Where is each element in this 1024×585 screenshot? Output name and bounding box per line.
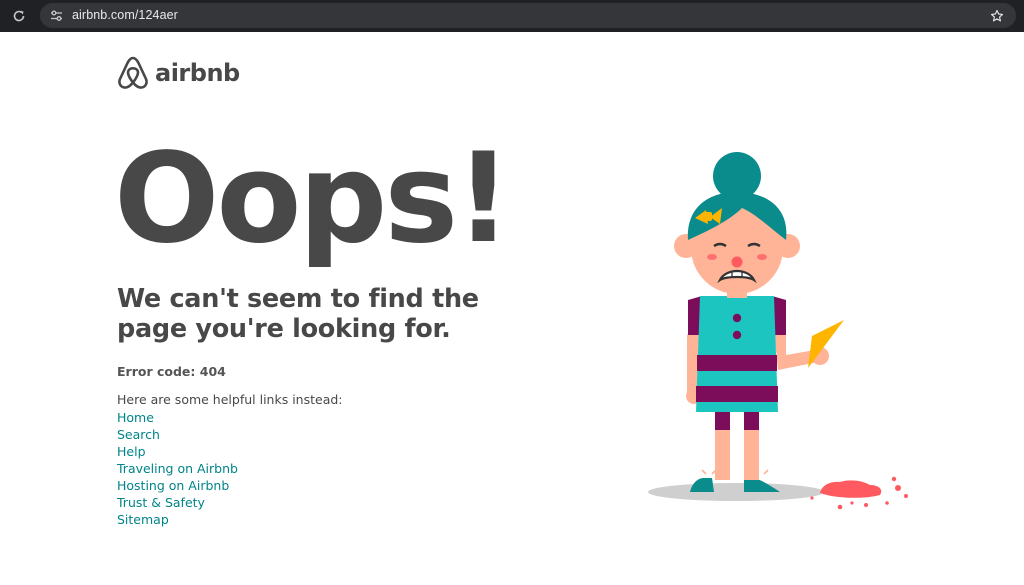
error-code: Error code: 404 (117, 364, 226, 379)
ice-cream-splat-icon (810, 476, 908, 510)
bookmark-star-icon (990, 9, 1004, 22)
reload-icon (13, 10, 25, 22)
link-trust-safety[interactable]: Trust & Safety (117, 495, 205, 510)
list-item: Sitemap (117, 511, 238, 528)
link-search[interactable]: Search (117, 427, 160, 442)
ground-shadow (648, 483, 824, 501)
link-home[interactable]: Home (117, 410, 154, 425)
link-sitemap[interactable]: Sitemap (117, 512, 169, 527)
list-item: Hosting on Airbnb (117, 477, 238, 494)
link-hosting[interactable]: Hosting on Airbnb (117, 478, 229, 493)
error-message: We can't seem to find the page you're lo… (117, 284, 479, 344)
site-info-button[interactable] (48, 7, 65, 24)
link-help[interactable]: Help (117, 444, 146, 459)
reload-button[interactable] (9, 6, 29, 26)
list-item: Search (117, 426, 238, 443)
address-bar[interactable]: airbnb.com/124aer (40, 3, 1016, 28)
sad-girl-illustration (648, 152, 908, 510)
list-item: Trust & Safety (117, 494, 238, 511)
site-info-icon (51, 10, 62, 21)
list-item: Home (117, 409, 238, 426)
browser-toolbar: airbnb.com/124aer (0, 0, 1024, 32)
helpful-links-list: Home Search Help Traveling on Airbnb Hos… (117, 409, 238, 528)
bookmark-button[interactable] (988, 7, 1006, 25)
airbnb-belo-icon (118, 56, 148, 89)
brand-wordmark: airbnb (155, 59, 240, 87)
link-traveling[interactable]: Traveling on Airbnb (117, 461, 238, 476)
list-item: Traveling on Airbnb (117, 460, 238, 477)
url-text[interactable]: airbnb.com/124aer (72, 8, 178, 22)
airbnb-logo-link[interactable]: airbnb (116, 55, 240, 91)
list-item: Help (117, 443, 238, 460)
page-title: Oops! (114, 127, 512, 271)
helpful-links-intro: Here are some helpful links instead: (117, 392, 343, 407)
